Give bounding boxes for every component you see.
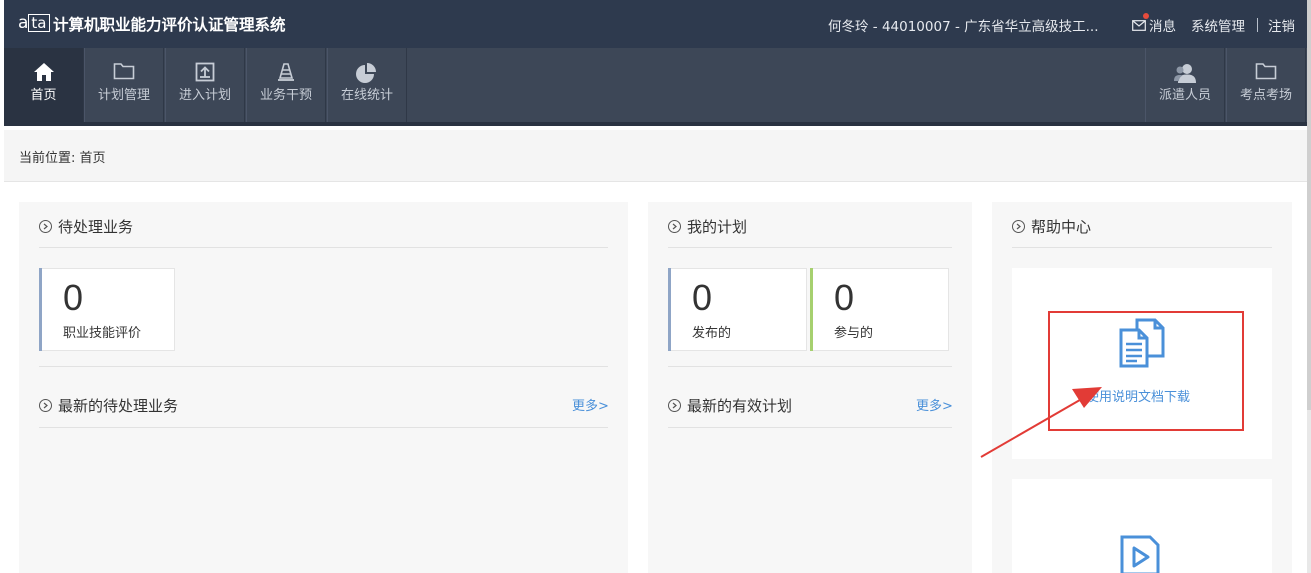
my-plans-panel: 我的计划 0 发布的 0 参与的 最新的有效计划 更多> (648, 202, 972, 573)
chevron-right-icon (668, 220, 681, 233)
pending-panel-title: 待处理业务 (39, 216, 133, 237)
accent-bar (810, 268, 813, 351)
video-icon (1118, 534, 1162, 573)
scrollbar[interactable] (1307, 0, 1311, 573)
nav-item-online-stats[interactable]: 在线统计 (327, 48, 407, 122)
divider (668, 427, 952, 428)
stat-value: 0 (63, 277, 84, 318)
main-nav: 首页 计划管理 进入计划 业务干预 在线统计 派遣人员 考点考场 (4, 48, 1311, 126)
users-icon (1146, 48, 1224, 86)
more-pending-link[interactable]: 更多> (572, 395, 609, 414)
stat-value: 0 (834, 277, 855, 318)
nav-item-business-intervention[interactable]: 业务干预 (246, 48, 326, 122)
chevron-right-icon (668, 399, 681, 412)
folder-icon (1227, 48, 1305, 86)
stat-value: 0 (692, 277, 713, 318)
top-header: a ta 计算机职业能力评价认证管理系统 何冬玲 - 44010007 - 广东省… (4, 0, 1311, 48)
stat-label: 参与的 (834, 326, 874, 341)
unread-dot (1143, 13, 1149, 19)
pie-chart-icon (328, 48, 406, 86)
video-help-card[interactable] (1012, 479, 1272, 573)
pending-business-panel: 待处理业务 0 职业技能评价 最新的待处理业务 更多> (19, 202, 628, 573)
divider (668, 247, 952, 248)
chevron-right-icon (39, 399, 52, 412)
envelope-icon (1132, 19, 1146, 31)
nav-item-dispatched-staff[interactable]: 派遣人员 (1145, 48, 1225, 122)
user-info[interactable]: 何冬玲 - 44010007 - 广东省华立高级技工... (828, 15, 1106, 35)
chevron-right-icon (39, 220, 52, 233)
divider (39, 247, 608, 248)
help-panel-title: 帮助中心 (1012, 216, 1091, 237)
nav-item-home[interactable]: 首页 (4, 48, 84, 122)
latest-plans-title: 最新的有效计划 (668, 395, 792, 416)
stat-card-participated[interactable]: 0 参与的 (810, 268, 949, 351)
nav-item-exam-sites[interactable]: 考点考场 (1226, 48, 1306, 122)
enter-icon (166, 48, 244, 86)
stat-label: 发布的 (692, 326, 732, 341)
stat-card-published[interactable]: 0 发布的 (668, 268, 807, 351)
more-plans-link[interactable]: 更多> (916, 395, 953, 414)
scrollbar-thumb[interactable] (1307, 0, 1311, 410)
breadcrumb-bar: 当前位置: 首页 (4, 130, 1311, 182)
app-logo: a ta (18, 12, 50, 34)
breadcrumb: 当前位置: 首页 (19, 151, 106, 166)
divider (39, 366, 608, 367)
logout-link[interactable]: 注销 (1268, 15, 1295, 35)
messages-link[interactable]: 消息 (1132, 13, 1176, 35)
folder-icon (85, 48, 163, 86)
chevron-right-icon (1012, 220, 1025, 233)
divider (1257, 18, 1258, 32)
stat-label: 职业技能评价 (63, 326, 142, 341)
app-title: 计算机职业能力评价认证管理系统 (53, 16, 286, 34)
messages-label: 消息 (1149, 19, 1176, 35)
accent-bar (39, 268, 42, 351)
latest-pending-title: 最新的待处理业务 (39, 395, 178, 416)
plans-panel-title: 我的计划 (668, 216, 747, 237)
nav-item-plan-management[interactable]: 计划管理 (84, 48, 164, 122)
system-management-link[interactable]: 系统管理 (1191, 15, 1245, 35)
nav-item-enter-plan[interactable]: 进入计划 (165, 48, 245, 122)
cone-icon (247, 48, 325, 86)
accent-bar (668, 268, 671, 351)
divider (1012, 247, 1272, 248)
annotation-highlight-box (1048, 311, 1244, 431)
home-icon (4, 48, 83, 86)
stat-card-skill-evaluation[interactable]: 0 职业技能评价 (39, 268, 175, 351)
divider (39, 427, 608, 428)
divider (668, 366, 952, 367)
